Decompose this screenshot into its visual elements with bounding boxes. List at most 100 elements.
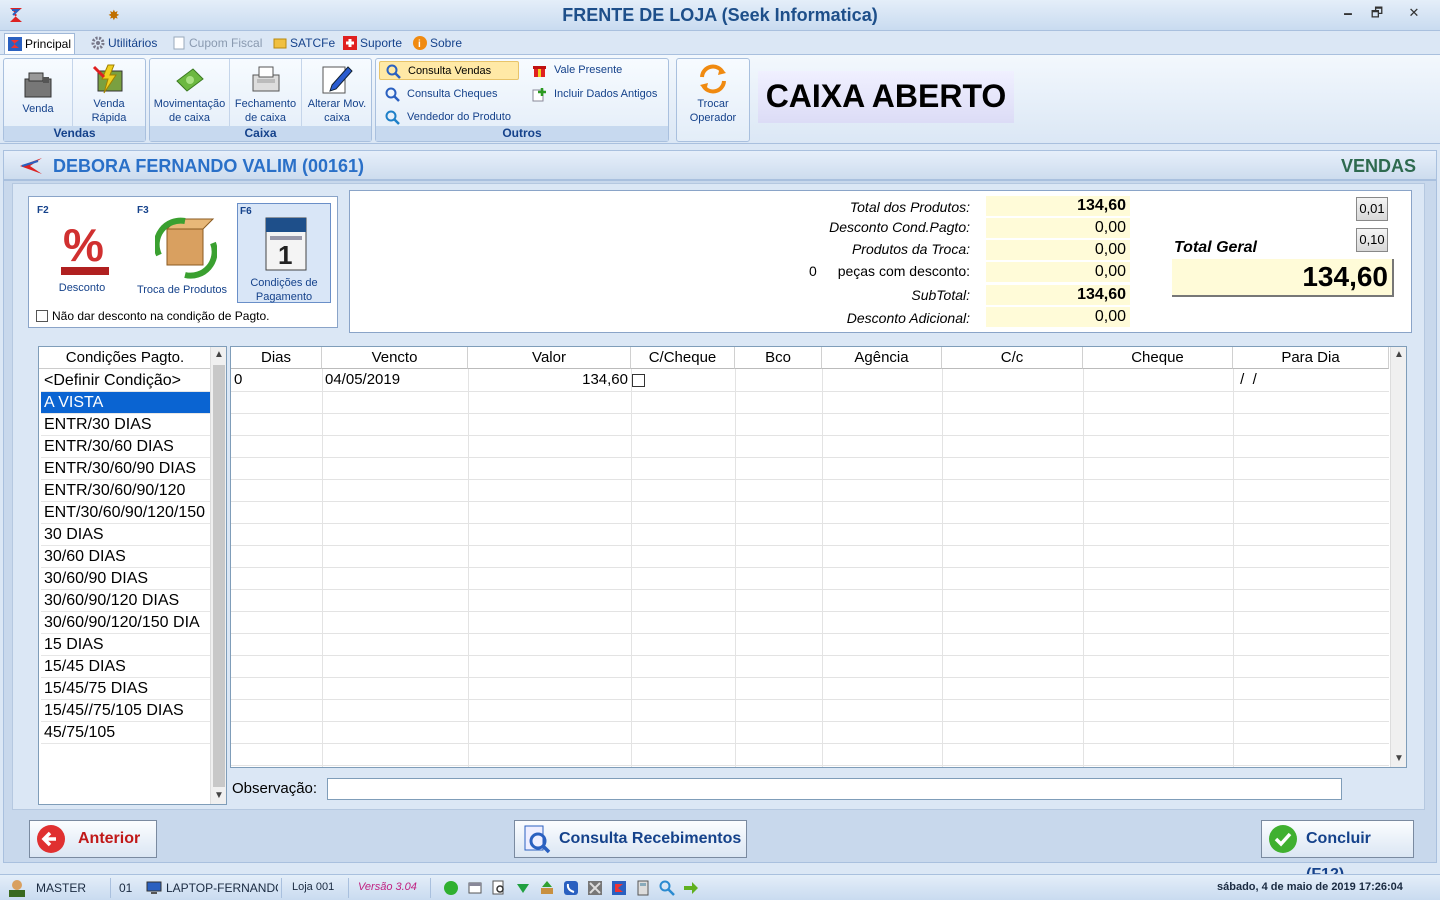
observacao-label: Observação:	[232, 780, 318, 797]
conditions-scrollbar[interactable]: ▲ ▼	[210, 347, 226, 804]
list-item[interactable]: 15/45//75/105 DIAS	[41, 700, 211, 722]
condicoes-label: Condições de Pagamento	[250, 277, 318, 303]
list-item[interactable]: ENTR/30 DIAS	[41, 414, 211, 436]
col-header-agencia[interactable]: Agência	[822, 347, 942, 369]
cell-para-dia[interactable]: / /	[1236, 369, 1257, 391]
list-item[interactable]: 15/45 DIAS	[41, 656, 211, 678]
condicoes-pagamento-button[interactable]: F6 1 Condições de Pagamento	[237, 203, 331, 303]
list-item[interactable]: 15 DIAS	[41, 634, 211, 656]
close-button[interactable]: ✕	[1403, 4, 1425, 22]
observacao-input[interactable]	[327, 778, 1342, 800]
tools-icon[interactable]	[587, 880, 603, 896]
list-item[interactable]: ENTR/30/60 DIAS	[41, 436, 211, 458]
maximize-button[interactable]: 🗗	[1366, 4, 1388, 22]
list-item[interactable]: <Definir Condição>	[41, 370, 211, 392]
upload-icon[interactable]	[539, 880, 555, 896]
grid-row-line	[231, 523, 1389, 524]
tab-satcfe[interactable]: SATCFe	[270, 33, 338, 54]
col-header-valor[interactable]: Valor	[468, 347, 631, 369]
col-header-c-cheque[interactable]: C/Cheque	[631, 347, 735, 369]
cell-valor[interactable]: 134,60	[468, 369, 628, 391]
conditions-list[interactable]: Condições Pagto. <Definir Condição> A VI…	[38, 346, 227, 805]
desconto-adicional-value[interactable]: 0,00	[986, 307, 1130, 327]
grid-row-line	[231, 655, 1389, 656]
increment-001-button[interactable]: 0,01	[1356, 197, 1388, 221]
tab-sobre[interactable]: i Sobre	[410, 33, 465, 54]
download-arrow-icon[interactable]	[515, 880, 531, 896]
incluir-dados-antigos-button[interactable]: Incluir Dados Antigos	[526, 85, 666, 104]
tab-principal[interactable]: Principal	[4, 33, 76, 54]
svg-text:1: 1	[278, 240, 292, 270]
list-item[interactable]: A VISTA	[41, 392, 211, 414]
scroll-down-icon[interactable]: ▼	[1391, 751, 1406, 767]
grid-col-line	[735, 369, 736, 767]
forward-arrow-icon[interactable]	[683, 880, 699, 896]
list-item[interactable]: 30/60 DIAS	[41, 546, 211, 568]
chat-icon[interactable]	[443, 880, 459, 896]
search-document-icon[interactable]	[491, 880, 507, 896]
zoom-icon[interactable]	[659, 880, 675, 896]
list-item[interactable]: 45/75/105	[41, 722, 211, 744]
list-item[interactable]: 30/60/90/120/150 DIA	[41, 612, 211, 634]
movimentacao-caixa-button[interactable]: Movimentação de caixa	[150, 59, 230, 127]
concluir-button[interactable]: Concluir (F12)	[1261, 820, 1414, 883]
grid-scrollbar[interactable]: ▲ ▼	[1390, 347, 1406, 767]
col-header-para-dia[interactable]: Para Dia	[1233, 347, 1389, 369]
subtotal-value: 134,60	[986, 285, 1130, 305]
fechamento-label: Fechamento de caixa	[234, 98, 297, 124]
vendedor-produto-button[interactable]: Vendedor do Produto	[379, 108, 519, 127]
list-item[interactable]: 30/60/90/120 DIAS	[41, 590, 211, 612]
consulta-vendas-label: Consulta Vendas	[408, 65, 492, 77]
venda-button[interactable]: Venda	[4, 59, 73, 127]
cell-vencto[interactable]: 04/05/2019	[325, 369, 400, 391]
list-item[interactable]: 30/60/90 DIAS	[41, 568, 211, 590]
consulta-cheques-button[interactable]: Consulta Cheques	[379, 85, 519, 104]
installments-grid[interactable]: Dias Vencto Valor C/Cheque Bco Agência C…	[230, 346, 1407, 768]
col-header-cc[interactable]: C/c	[942, 347, 1083, 369]
list-item[interactable]: ENTR/30/60/90/120	[41, 480, 211, 502]
ribbon-group-vendas: Venda Venda Rápida Vendas	[3, 58, 146, 142]
tab-cupom-fiscal[interactable]: Cupom Fiscal	[169, 33, 265, 54]
list-item[interactable]: ENTR/30/60/90 DIAS	[41, 458, 211, 480]
back-arrow-icon	[37, 825, 65, 853]
consulta-recebimentos-button[interactable]: Consulta Recebimentos	[514, 820, 747, 858]
group-label-outros: Outros	[376, 126, 668, 141]
increment-010-button[interactable]: 0,10	[1356, 228, 1388, 252]
alterar-mov-caixa-button[interactable]: Alterar Mov. caixa	[302, 59, 372, 127]
calculator-icon[interactable]	[635, 880, 651, 896]
tab-utilitarios[interactable]: Utilitários	[88, 33, 160, 54]
trocar-operador-button[interactable]: Trocar Operador	[677, 59, 749, 127]
window-icon[interactable]	[467, 880, 483, 896]
col-header-dias[interactable]: Dias	[231, 347, 322, 369]
col-header-bco[interactable]: Bco	[735, 347, 822, 369]
app-shortcut-icon[interactable]	[611, 880, 627, 896]
consulta-vendas-button[interactable]: Consulta Vendas	[379, 61, 519, 80]
phone-icon[interactable]	[563, 880, 579, 896]
scroll-down-icon[interactable]: ▼	[211, 788, 227, 804]
scroll-up-icon[interactable]: ▲	[211, 347, 227, 363]
grid-row-line	[231, 589, 1389, 590]
scroll-up-icon[interactable]: ▲	[1391, 347, 1406, 363]
vale-presente-button[interactable]: Vale Presente	[526, 61, 666, 80]
list-item[interactable]: 15/45/75 DIAS	[41, 678, 211, 700]
tab-suporte[interactable]: Suporte	[340, 33, 405, 54]
grid-row-line	[231, 501, 1389, 502]
scroll-thumb[interactable]	[213, 365, 225, 787]
col-header-cheque[interactable]: Cheque	[1083, 347, 1233, 369]
desconto-button[interactable]: F2 % Desconto	[35, 203, 129, 303]
fechamento-caixa-button[interactable]: Fechamento de caixa	[230, 59, 302, 127]
grid-col-line	[1233, 369, 1234, 767]
fkey-label: F3	[137, 205, 149, 216]
anterior-button[interactable]: Anterior	[29, 820, 157, 858]
vendedor-produto-label: Vendedor do Produto	[407, 111, 511, 123]
list-item[interactable]: ENT/30/60/90/120/150	[41, 502, 211, 524]
checkbox-box[interactable]	[36, 310, 48, 322]
list-item[interactable]: 30 DIAS	[41, 524, 211, 546]
cell-c-cheque-checkbox[interactable]	[632, 374, 645, 387]
venda-rapida-button[interactable]: Venda Rápida	[73, 59, 145, 127]
col-header-vencto[interactable]: Vencto	[322, 347, 468, 369]
troca-produtos-button[interactable]: F3 Troca de Produtos	[135, 203, 229, 303]
minimize-button[interactable]: 🗕	[1337, 4, 1359, 22]
no-discount-checkbox[interactable]: Não dar desconto na condição de Pagto.	[36, 309, 270, 323]
cell-dias[interactable]: 0	[234, 369, 242, 391]
